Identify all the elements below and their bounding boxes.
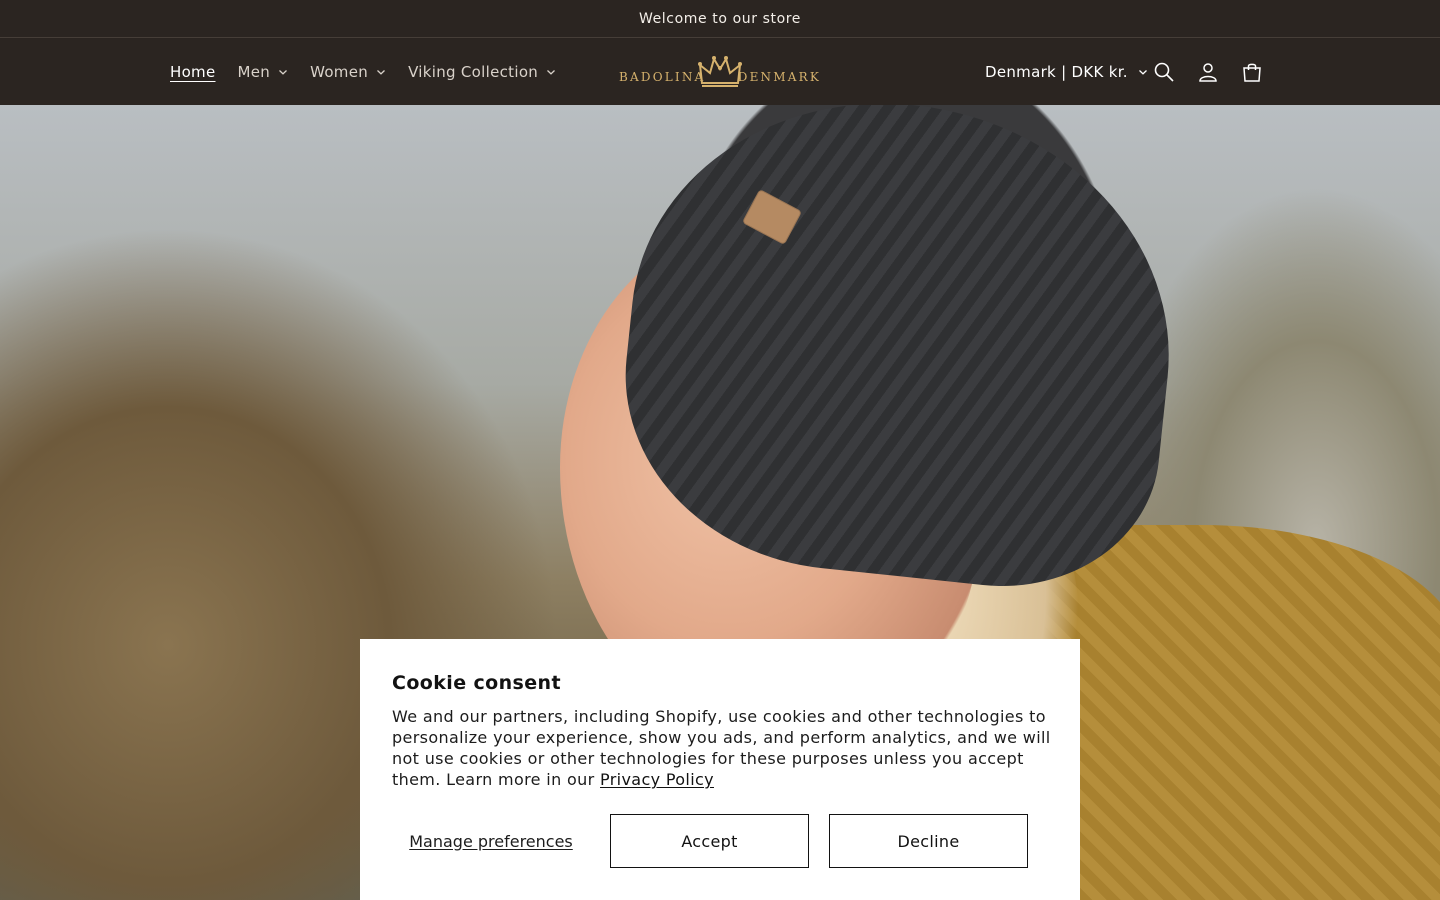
chevron-down-icon — [546, 67, 556, 77]
chevron-down-icon — [376, 67, 386, 77]
search-icon[interactable] — [1152, 60, 1176, 84]
nav-item-label: Home — [170, 63, 216, 81]
logo-text-left: BADOLINA — [619, 70, 706, 84]
decline-button[interactable]: Decline — [829, 814, 1028, 868]
site-header: Home Men Women Viking Collection BADOLIN… — [0, 39, 1440, 105]
privacy-policy-link[interactable]: Privacy Policy — [600, 770, 714, 789]
nav-item-label: Women — [310, 63, 369, 81]
nav-item-label: Men — [237, 63, 271, 81]
cart-icon[interactable] — [1240, 60, 1264, 84]
store-logo[interactable]: BADOLINA DENMARK — [619, 53, 821, 93]
account-icon[interactable] — [1196, 60, 1220, 84]
cookie-title: Cookie consent — [392, 672, 561, 694]
cookie-body-text: We and our partners, including Shopify, … — [392, 707, 1051, 789]
nav-item-home[interactable]: Home — [170, 63, 216, 81]
locale-label: Denmark | DKK kr. — [985, 63, 1128, 81]
cookie-consent-dialog: Cookie consent We and our partners, incl… — [360, 639, 1080, 900]
manage-preferences-button[interactable]: Manage preferences — [392, 814, 590, 868]
cookie-body: We and our partners, including Shopify, … — [392, 706, 1052, 790]
country-currency-selector[interactable]: Denmark | DKK kr. — [985, 39, 1148, 105]
announcement-bar: Welcome to our store — [0, 0, 1440, 38]
cookie-actions: Manage preferences Accept Decline — [392, 814, 1048, 868]
main-nav: Home Men Women Viking Collection — [170, 39, 578, 105]
chevron-down-icon — [1138, 67, 1148, 77]
nav-item-women[interactable]: Women — [310, 63, 386, 81]
chevron-down-icon — [278, 67, 288, 77]
nav-item-viking-collection[interactable]: Viking Collection — [408, 63, 556, 81]
announcement-text: Welcome to our store — [638, 10, 802, 27]
accept-button[interactable]: Accept — [610, 814, 809, 868]
logo-text-right: DENMARK — [737, 70, 821, 84]
nav-item-label: Viking Collection — [408, 63, 539, 81]
nav-item-men[interactable]: Men — [238, 63, 289, 81]
